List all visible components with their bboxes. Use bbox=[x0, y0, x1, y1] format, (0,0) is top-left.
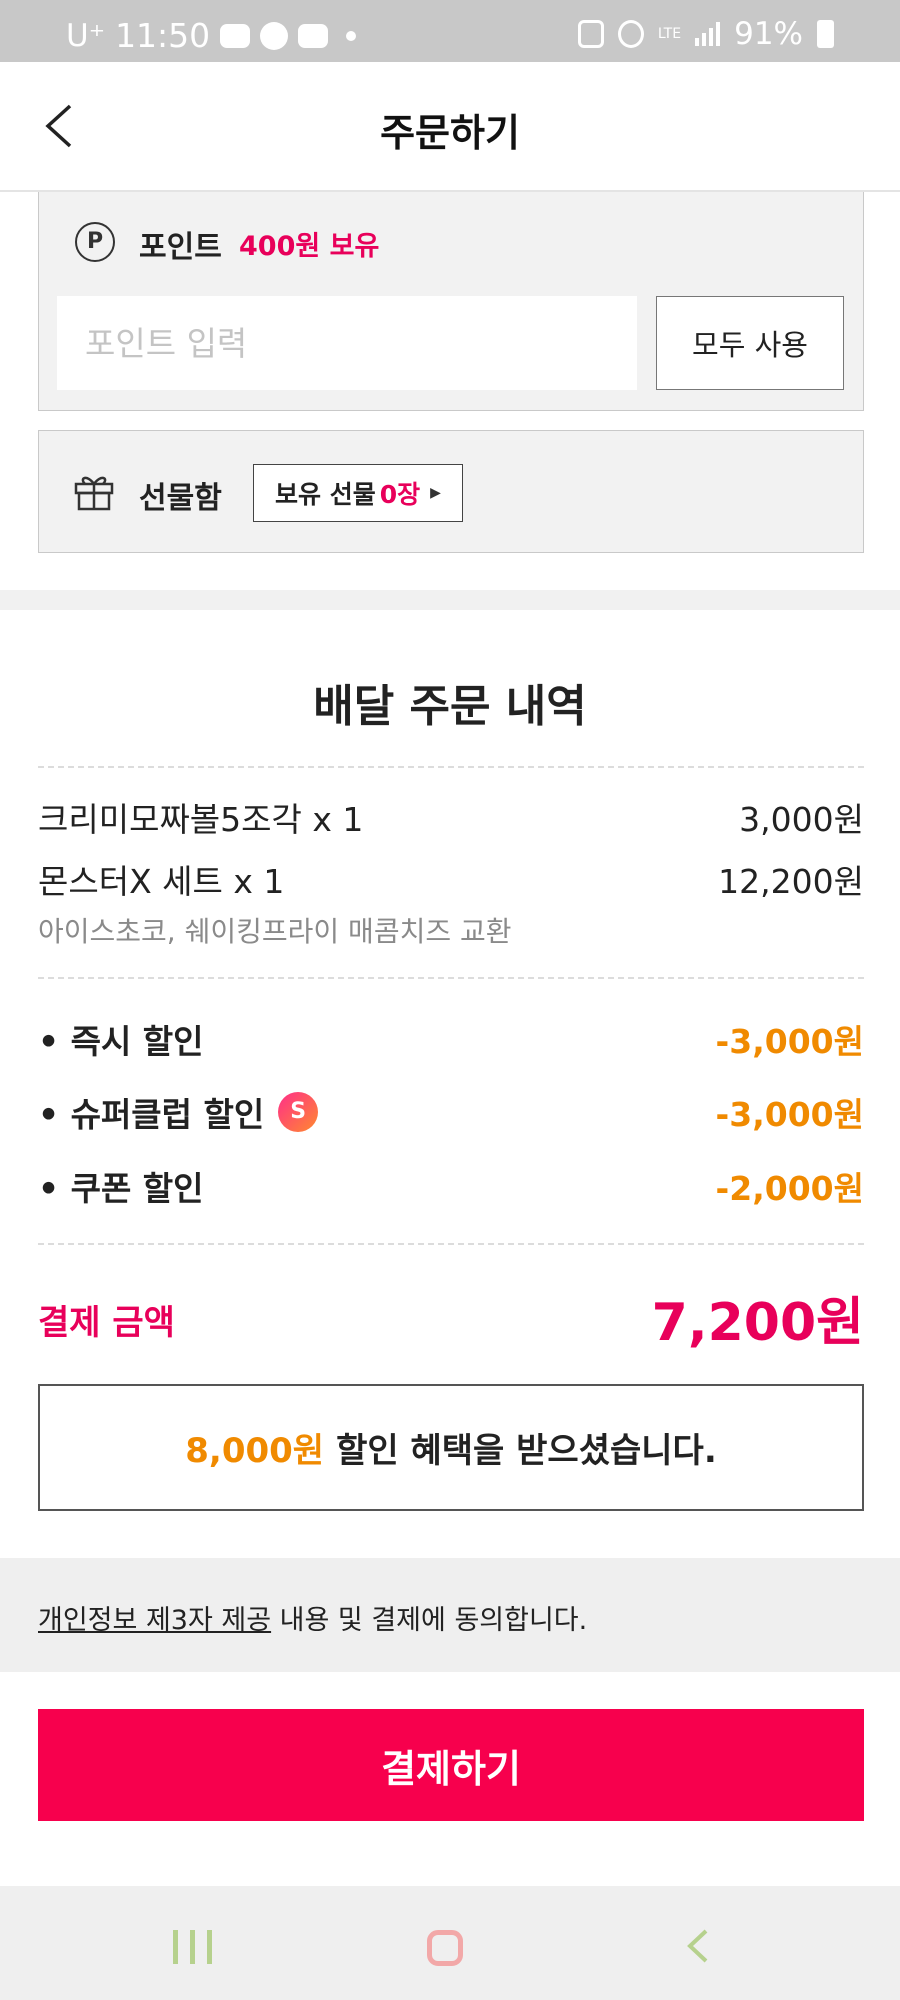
consent-bar: 개인정보 제3자 제공 내용 및 결제에 동의합니다. bbox=[0, 1558, 900, 1672]
payment-amount-label: 결제 금액 bbox=[38, 1303, 175, 1343]
discount-name: • 쿠폰 할인 bbox=[38, 1169, 204, 1208]
home-button[interactable] bbox=[427, 1930, 463, 1966]
section-divider bbox=[0, 590, 900, 610]
order-item: 크리미모짜볼5조각 x 1 3,000원 bbox=[38, 793, 864, 841]
carrier-label: U⁺ bbox=[66, 17, 106, 54]
divider bbox=[38, 1243, 864, 1245]
owned-gifts-count: 0장 bbox=[379, 480, 421, 509]
points-label: 포인트 bbox=[139, 230, 222, 265]
battery-saver-icon bbox=[577, 20, 604, 48]
benefit-text: 할인 혜택을 받으셨습니다. bbox=[336, 1431, 717, 1471]
back-chevron-icon bbox=[687, 1929, 708, 1963]
discount-name: • 즉시 할인 bbox=[38, 1022, 204, 1061]
point-icon: P bbox=[75, 222, 115, 262]
alarm-icon bbox=[617, 20, 644, 48]
caret-right-icon: ▶ bbox=[430, 485, 441, 501]
order-item-price: 12,200원 bbox=[718, 862, 864, 901]
divider bbox=[38, 977, 864, 979]
gift-icon bbox=[74, 476, 114, 511]
order-summary-title: 배달 주문 내역 bbox=[313, 681, 587, 732]
network-type: LTE bbox=[657, 26, 682, 42]
blog-notification-icon bbox=[298, 23, 329, 48]
gift-section: 선물함 보유 선물 0장 ▶ bbox=[38, 430, 864, 553]
supercub-icon: S bbox=[278, 1092, 319, 1132]
clock: 11:50 bbox=[115, 16, 211, 55]
divider bbox=[38, 766, 864, 768]
order-item-option: 아이스초코, 쉐이킹프라이 매콤치즈 교환 bbox=[38, 915, 512, 948]
payment-amount: 7,200원 bbox=[651, 1293, 864, 1353]
battery-level: 91% bbox=[734, 16, 803, 52]
signal-icon bbox=[695, 22, 721, 46]
privacy-third-party-link[interactable]: 개인정보 제3자 제공 bbox=[38, 1605, 271, 1636]
page-title: 주문하기 bbox=[380, 111, 520, 155]
app-notification-icon bbox=[260, 21, 289, 50]
gift-box-label: 선물함 bbox=[139, 481, 222, 516]
discount-row: • 쿠폰 할인 -2,000원 bbox=[38, 1162, 864, 1210]
pay-button[interactable]: 결제하기 bbox=[38, 1709, 864, 1821]
discount-amount: -2,000원 bbox=[715, 1169, 864, 1208]
discount-amount: -3,000원 bbox=[715, 1022, 864, 1061]
discount-row: • 슈퍼클럽 할인 S -3,000원 bbox=[38, 1088, 864, 1136]
owned-gifts-label: 보유 선물 bbox=[275, 480, 376, 509]
discount-benefit-notice: 8,000원 할인 혜택을 받으셨습니다. bbox=[38, 1384, 864, 1511]
blog-notification-icon bbox=[220, 23, 251, 48]
consent-label: 내용 및 결제에 동의합니다. bbox=[271, 1605, 588, 1636]
points-owned: 400원 보유 bbox=[239, 231, 380, 262]
discount-name: • 슈퍼클럽 할인 bbox=[38, 1095, 265, 1134]
status-bar: U⁺ 11:50 LTE 91% bbox=[0, 0, 900, 62]
owned-gifts-button[interactable]: 보유 선물 0장 ▶ bbox=[253, 464, 463, 522]
points-input[interactable] bbox=[57, 296, 637, 390]
system-back-button[interactable] bbox=[680, 1926, 720, 1966]
discount-row: • 즉시 할인 -3,000원 bbox=[38, 1015, 864, 1063]
points-section: P 포인트 400원 보유 모두 사용 bbox=[38, 192, 864, 411]
order-item-name: 몬스터X 세트 x 1 bbox=[38, 862, 285, 901]
discount-amount: -3,000원 bbox=[715, 1095, 864, 1134]
discount-name-wrap: • 슈퍼클럽 할인 S bbox=[38, 1088, 319, 1136]
order-item-price: 3,000원 bbox=[739, 800, 864, 839]
order-item: 몬스터X 세트 x 1 12,200원 bbox=[38, 855, 864, 903]
consent-text: 개인정보 제3자 제공 내용 및 결제에 동의합니다. bbox=[38, 1598, 587, 1637]
recents-button[interactable] bbox=[173, 1930, 212, 1964]
order-item-name: 크리미모짜볼5조각 x 1 bbox=[38, 800, 364, 839]
system-nav-bar bbox=[0, 1886, 900, 2000]
use-all-points-button[interactable]: 모두 사용 bbox=[656, 296, 844, 390]
more-notifications-icon bbox=[346, 30, 357, 41]
app-header: 주문하기 bbox=[0, 62, 900, 192]
battery-icon bbox=[817, 20, 834, 48]
benefit-amount: 8,000원 bbox=[185, 1431, 325, 1471]
